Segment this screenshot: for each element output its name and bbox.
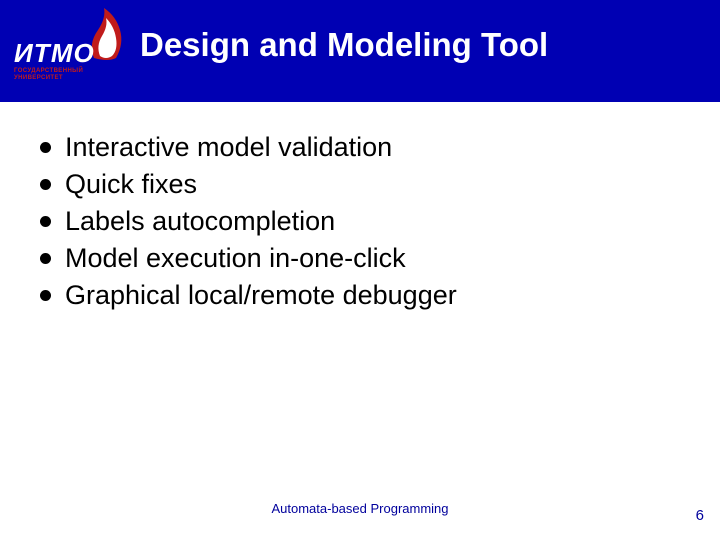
slide: ИТМО ГОСУДАРСТВЕННЫЙ УНИВЕРСИТЕТ Design … — [0, 0, 720, 540]
bullet-text: Graphical local/remote debugger — [65, 280, 457, 311]
bullet-text: Quick fixes — [65, 169, 197, 200]
list-item: Labels autocompletion — [40, 206, 680, 237]
bullet-text: Interactive model validation — [65, 132, 392, 163]
logo-subtext: ГОСУДАРСТВЕННЫЙ УНИВЕРСИТЕТ — [14, 68, 83, 81]
bullet-text: Labels autocompletion — [65, 206, 335, 237]
bullet-icon — [40, 216, 51, 227]
footer-text: Automata-based Programming — [271, 501, 448, 516]
bullet-text: Model execution in-one-click — [65, 243, 406, 274]
slide-footer: Automata-based Programming — [0, 500, 720, 518]
bullet-icon — [40, 179, 51, 190]
list-item: Interactive model validation — [40, 132, 680, 163]
itmo-logo: ИТМО ГОСУДАРСТВЕННЫЙ УНИВЕРСИТЕТ — [14, 6, 130, 94]
page-number: 6 — [696, 507, 704, 524]
slide-header: ИТМО ГОСУДАРСТВЕННЫЙ УНИВЕРСИТЕТ Design … — [0, 0, 720, 102]
bullet-list: Interactive model validation Quick fixes… — [40, 132, 680, 311]
list-item: Graphical local/remote debugger — [40, 280, 680, 311]
list-item: Quick fixes — [40, 169, 680, 200]
slide-body: Interactive model validation Quick fixes… — [0, 102, 720, 311]
bullet-icon — [40, 290, 51, 301]
bullet-icon — [40, 253, 51, 264]
slide-title: Design and Modeling Tool — [140, 26, 548, 64]
list-item: Model execution in-one-click — [40, 243, 680, 274]
logo-text: ИТМО — [14, 38, 95, 69]
bullet-icon — [40, 142, 51, 153]
